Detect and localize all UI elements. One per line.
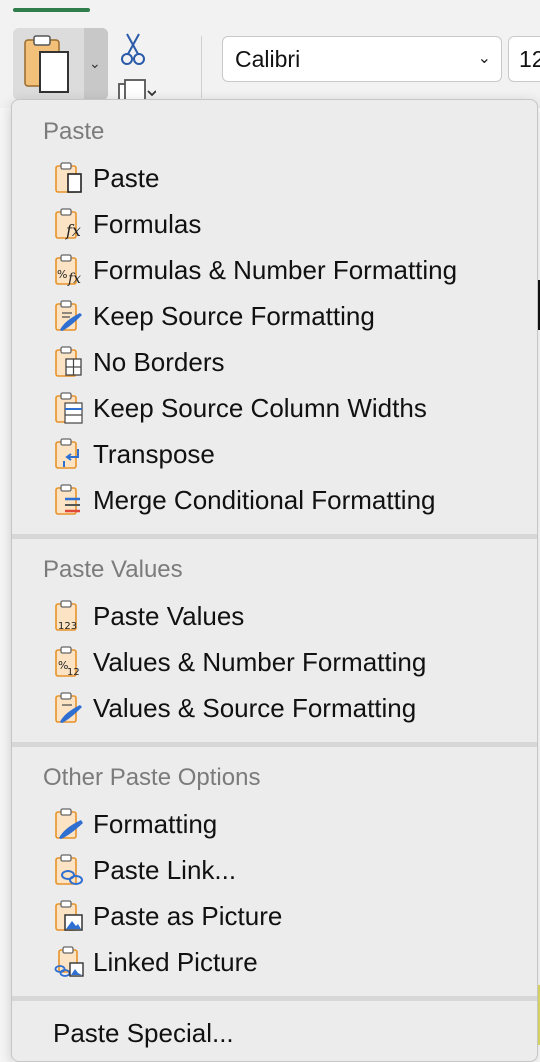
menu-item-paste-link[interactable]: Paste Link... <box>18 849 531 891</box>
paste-values-number-icon: % 12 <box>55 646 80 678</box>
active-tab-indicator <box>13 8 90 12</box>
chevron-down-icon: ⌄ <box>477 50 491 67</box>
menu-item-label: No Borders <box>93 347 225 377</box>
menu-item-no-borders[interactable]: No Borders <box>18 341 531 383</box>
menu-item-label: Keep Source Formatting <box>93 301 375 331</box>
ribbon-separator <box>201 36 202 98</box>
paste-button[interactable]: ⌄ <box>13 28 108 100</box>
menu-item-merge-conditional-formatting[interactable]: Merge Conditional Formatting <box>18 479 531 521</box>
menu-item-paste-special[interactable]: Paste Special... <box>18 1012 531 1054</box>
section-header-paste: Paste <box>43 118 105 145</box>
menu-item-linked-picture[interactable]: Linked Picture <box>18 941 531 983</box>
menu-item-keep-source-formatting[interactable]: Keep Source Formatting <box>18 295 531 337</box>
font-name-value: Calibri <box>235 46 301 72</box>
section-header-paste-values: Paste Values <box>43 556 183 583</box>
menu-divider <box>12 996 537 1001</box>
paste-link-icon <box>55 854 83 885</box>
cut-icon[interactable] <box>118 32 148 68</box>
paste-values-icon: 123 <box>55 600 77 632</box>
menu-item-formulas[interactable]: fx Formulas <box>18 203 531 245</box>
paste-keep-source-icon <box>55 300 82 331</box>
svg-text:%: % <box>57 268 67 281</box>
paste-picture-icon <box>55 900 83 931</box>
section-header-other-paste-options: Other Paste Options <box>43 764 261 791</box>
paste-formatting-icon <box>55 808 83 839</box>
menu-item-formulas-number-formatting[interactable]: % fx Formulas & Number Formatting <box>18 249 531 291</box>
menu-item-paste[interactable]: Paste <box>18 157 531 199</box>
menu-item-keep-source-column-widths[interactable]: Keep Source Column Widths <box>18 387 531 429</box>
paste-dropdown-toggle[interactable]: ⌄ <box>84 28 108 100</box>
menu-item-label: Linked Picture <box>93 947 258 977</box>
menu-item-label: Paste as Picture <box>93 901 283 931</box>
paste-values-source-icon <box>55 692 82 723</box>
menu-item-label: Formulas <box>93 209 202 239</box>
paste-no-borders-icon <box>55 346 82 377</box>
svg-text:fx: fx <box>67 271 81 287</box>
menu-item-label: Values & Number Formatting <box>93 647 427 677</box>
menu-item-label: Transpose <box>93 439 215 469</box>
paste-icon <box>55 162 82 193</box>
paste-merge-conditional-icon <box>55 484 80 515</box>
menu-divider <box>12 534 537 539</box>
paste-column-widths-icon <box>55 392 83 424</box>
menu-item-label: Values & Source Formatting <box>93 693 417 723</box>
menu-item-label: Formatting <box>93 809 218 839</box>
menu-item-label: Paste Special... <box>53 1018 234 1048</box>
menu-item-paste-values[interactable]: 123 Paste Values <box>18 595 531 637</box>
paste-options-menu: Paste Paste fx Formulas % fx Formulas & … <box>11 99 538 1062</box>
paste-formulas-number-icon: % fx <box>55 254 81 287</box>
menu-item-formatting[interactable]: Formatting <box>18 803 531 845</box>
font-size-select[interactable]: 12 <box>508 36 540 82</box>
font-name-select[interactable]: Calibri ⌄ <box>222 36 502 82</box>
menu-item-label: Keep Source Column Widths <box>93 393 427 423</box>
menu-item-values-number-formatting[interactable]: % 12 Values & Number Formatting <box>18 641 531 683</box>
svg-text:12: 12 <box>67 667 80 678</box>
menu-item-label: Paste <box>93 163 160 193</box>
menu-item-label: Merge Conditional Formatting <box>93 485 436 515</box>
svg-text:fx: fx <box>65 221 81 240</box>
menu-item-transpose[interactable]: Transpose <box>18 433 531 475</box>
paste-formulas-icon: fx <box>55 208 81 240</box>
paste-transpose-icon <box>55 438 79 469</box>
font-size-value: 12 <box>519 46 540 72</box>
menu-item-paste-as-picture[interactable]: Paste as Picture <box>18 895 531 937</box>
menu-item-label: Formulas & Number Formatting <box>93 255 458 285</box>
paste-large-icon <box>24 35 69 93</box>
menu-item-label: Paste Values <box>93 601 245 631</box>
menu-item-values-source-formatting[interactable]: Values & Source Formatting <box>18 687 531 729</box>
menu-divider <box>12 742 537 747</box>
svg-text:123: 123 <box>58 621 77 632</box>
chevron-down-icon: ⌄ <box>89 55 101 71</box>
menu-item-label: Paste Link... <box>93 855 237 885</box>
linked-picture-icon <box>54 946 84 977</box>
